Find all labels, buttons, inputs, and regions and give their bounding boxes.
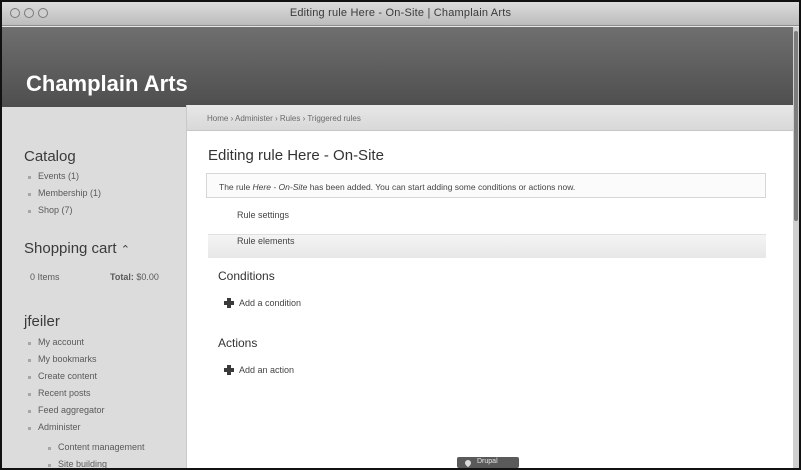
cart-total-value: $0.00 bbox=[136, 272, 159, 282]
sidebar-item-site-building[interactable]: Site building bbox=[58, 459, 107, 468]
powered-by-badge[interactable]: Drupal bbox=[457, 457, 519, 468]
shopping-cart-label: Shopping cart bbox=[24, 240, 117, 257]
bullet-icon bbox=[28, 359, 31, 362]
browser-window: Editing rule Here - On-Site | Champlain … bbox=[0, 0, 801, 470]
sidebar-item-my-bookmarks[interactable]: My bookmarks bbox=[38, 354, 97, 364]
breadcrumb-bar: Home › Administer › Rules › Triggered ru… bbox=[187, 105, 794, 131]
shopping-cart-title[interactable]: Shopping cart ⌃ bbox=[24, 240, 130, 257]
sidebar: Catalog Events (1) Membership (1) Shop (… bbox=[2, 107, 186, 468]
bullet-icon bbox=[28, 193, 31, 196]
bullet-icon bbox=[48, 464, 51, 467]
status-message-text: The rule Here - On-Site has been added. … bbox=[219, 182, 575, 192]
sidebar-item-administer[interactable]: Administer bbox=[38, 422, 81, 432]
drupal-drop-icon bbox=[463, 458, 473, 468]
sidebar-item-events[interactable]: Events (1) bbox=[38, 171, 79, 181]
bullet-icon bbox=[28, 427, 31, 430]
sidebar-item-create-content[interactable]: Create content bbox=[38, 371, 97, 381]
bullet-icon bbox=[28, 176, 31, 179]
rule-settings-toggle[interactable]: Rule settings bbox=[237, 210, 289, 220]
add-condition-link[interactable]: Add a condition bbox=[239, 298, 301, 308]
sidebar-item-shop[interactable]: Shop (7) bbox=[38, 205, 73, 215]
user-block-title: jfeiler bbox=[24, 313, 60, 330]
cart-total: Total: $0.00 bbox=[110, 272, 159, 282]
actions-heading: Actions bbox=[218, 336, 258, 350]
page-title: Editing rule Here - On-Site bbox=[208, 147, 384, 164]
message-suffix: has been added. You can start adding som… bbox=[307, 182, 576, 192]
message-prefix: The rule bbox=[219, 182, 253, 192]
powered-by-text: Drupal bbox=[477, 458, 498, 465]
scrollbar-thumb[interactable] bbox=[794, 31, 798, 221]
bullet-icon bbox=[28, 393, 31, 396]
plus-icon[interactable] bbox=[224, 298, 234, 308]
add-action-link[interactable]: Add an action bbox=[239, 365, 294, 375]
bullet-icon bbox=[28, 376, 31, 379]
message-rule-name: Here - On-Site bbox=[252, 182, 308, 192]
sidebar-item-content-management[interactable]: Content management bbox=[58, 442, 145, 452]
site-name-link[interactable]: Champlain Arts bbox=[26, 71, 188, 97]
plus-icon[interactable] bbox=[224, 365, 234, 375]
sidebar-item-my-account[interactable]: My account bbox=[38, 337, 84, 347]
window-title-bar: Editing rule Here - On-Site | Champlain … bbox=[2, 2, 799, 26]
window-title: Editing rule Here - On-Site | Champlain … bbox=[289, 7, 512, 19]
rule-elements-toggle[interactable]: Rule elements bbox=[237, 236, 295, 246]
bullet-icon bbox=[28, 410, 31, 413]
collapse-arrow-icon[interactable]: ⌃ bbox=[121, 244, 130, 256]
cart-total-label: Total: bbox=[110, 272, 134, 282]
breadcrumb[interactable]: Home › Administer › Rules › Triggered ru… bbox=[207, 114, 361, 123]
bullet-icon bbox=[28, 210, 31, 213]
rule-elements-fieldset: Rule elements bbox=[208, 234, 766, 258]
scrollbar[interactable] bbox=[793, 27, 799, 468]
catalog-block-title: Catalog bbox=[24, 148, 76, 165]
status-message: The rule Here - On-Site has been added. … bbox=[206, 173, 766, 198]
sidebar-item-recent-posts[interactable]: Recent posts bbox=[38, 388, 91, 398]
bullet-icon bbox=[28, 342, 31, 345]
site-header: Champlain Arts bbox=[2, 27, 799, 107]
bullet-icon bbox=[48, 447, 51, 450]
cart-item-count: 0 Items bbox=[30, 272, 60, 282]
sidebar-item-feed-aggregator[interactable]: Feed aggregator bbox=[38, 405, 105, 415]
main-content: Home › Administer › Rules › Triggered ru… bbox=[186, 105, 794, 468]
sidebar-item-membership[interactable]: Membership (1) bbox=[38, 188, 101, 198]
conditions-heading: Conditions bbox=[218, 269, 275, 283]
